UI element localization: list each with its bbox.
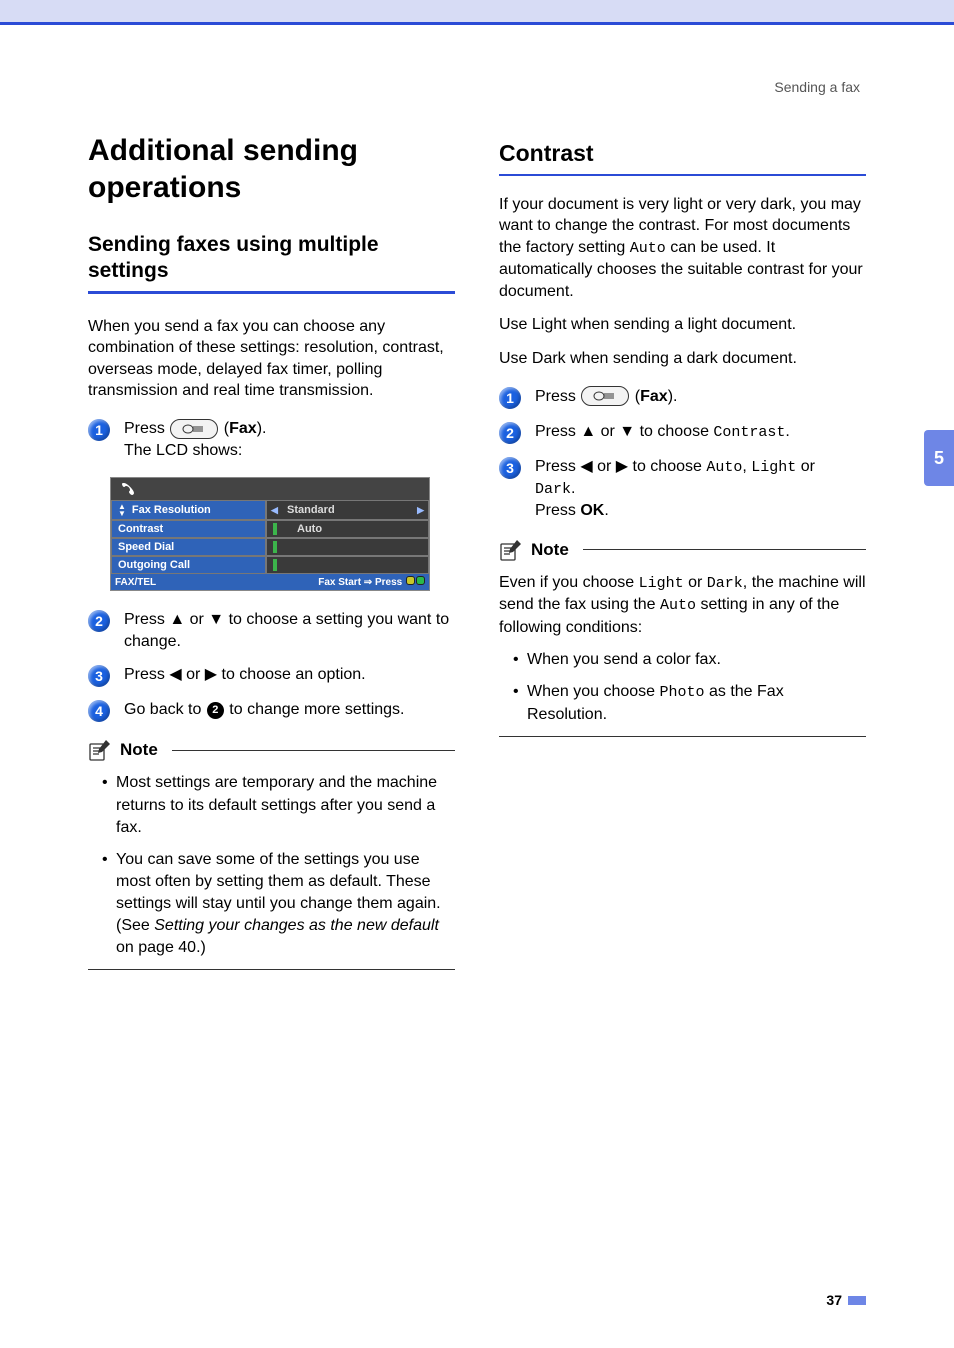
step-3: 3 Press ◀ or ▶ to choose an option. bbox=[88, 664, 455, 687]
note-end-line bbox=[499, 736, 866, 737]
note-label: Note bbox=[531, 540, 569, 560]
lcd-footer-left: FAX/TEL bbox=[115, 577, 156, 588]
lcd-cell-label: Speed Dial bbox=[111, 538, 266, 556]
note-intro: Even if you choose Light or Dark, the ma… bbox=[499, 572, 866, 639]
right-arrow-icon: ▶ bbox=[417, 505, 424, 516]
contrast-p2: Use Light when sending a light document. bbox=[499, 314, 866, 336]
note-label: Note bbox=[120, 740, 158, 760]
step-4: 4 Go back to 2 to change more settings. bbox=[88, 699, 455, 722]
note-block-right: Note Even if you choose Light or Dark, t… bbox=[499, 538, 866, 737]
contrast-p1: If your document is very light or very d… bbox=[499, 194, 866, 303]
greenbar-icon bbox=[273, 541, 277, 553]
lcd-row: ContrastAuto bbox=[111, 520, 429, 538]
note-icon bbox=[88, 738, 112, 762]
lcd-row: Outgoing Call bbox=[111, 556, 429, 574]
r-step-1: 1 Press (Fax). bbox=[499, 386, 866, 409]
page-title: Additional sending operations bbox=[88, 133, 455, 206]
breadcrumb: Sending a fax bbox=[88, 79, 860, 95]
page-number: 37 bbox=[826, 1292, 842, 1308]
step-bubble-1: 1 bbox=[88, 419, 110, 441]
right-column: Contrast If your document is very light … bbox=[499, 133, 866, 978]
greenbar-icon bbox=[273, 559, 277, 571]
note-item: When you choose Photo as the Fax Resolut… bbox=[513, 681, 866, 726]
top-accent-strip bbox=[0, 0, 954, 22]
section-heading-sending-multiple: Sending faxes using multiple settings bbox=[88, 232, 455, 285]
contrast-p3: Use Dark when sending a dark document. bbox=[499, 348, 866, 370]
heading-rule bbox=[499, 174, 866, 176]
step-1: 1 Press (Fax). The LCD shows: bbox=[88, 418, 455, 461]
r-step-3: 3 Press ◀ or ▶ to choose Auto, Light or … bbox=[499, 456, 866, 522]
lcd-row: Speed Dial bbox=[111, 538, 429, 556]
page-number-bar bbox=[848, 1296, 866, 1305]
lcd-footer: FAX/TEL Fax Start ⇒ Press bbox=[111, 574, 429, 590]
section-heading-contrast: Contrast bbox=[499, 139, 866, 168]
chapter-tab: 5 bbox=[924, 430, 954, 486]
step-bubble-1: 1 bbox=[499, 387, 521, 409]
note-icon bbox=[499, 538, 523, 562]
lcd-footer-right: Fax Start ⇒ Press bbox=[318, 576, 425, 588]
lcd-cell-value: ◀Standard▶ bbox=[266, 500, 429, 520]
chapter-number: 5 bbox=[934, 448, 944, 469]
lcd-cell-value bbox=[266, 538, 429, 556]
lcd-cell-label: Outgoing Call bbox=[111, 556, 266, 574]
note-item: You can save some of the settings you us… bbox=[102, 849, 455, 959]
fax-key-icon bbox=[581, 386, 629, 406]
greenbar-icon bbox=[273, 523, 277, 535]
step-bubble-4: 4 bbox=[88, 700, 110, 722]
lcd-cell-value: Auto bbox=[266, 520, 429, 538]
step-ref-2-icon: 2 bbox=[207, 702, 224, 719]
step-bubble-2: 2 bbox=[499, 422, 521, 444]
note-item: When you send a color fax. bbox=[513, 649, 866, 671]
lcd-cell-label: ▲▼Fax Resolution bbox=[111, 500, 266, 520]
phone-icon bbox=[121, 482, 135, 496]
left-column: Additional sending operations Sending fa… bbox=[88, 133, 455, 978]
updown-icon: ▲▼ bbox=[118, 503, 126, 517]
note-list-right: When you send a color fax. When you choos… bbox=[513, 649, 866, 726]
note-block-left: Note Most settings are temporary and the… bbox=[88, 738, 455, 970]
left-arrow-icon: ◀ bbox=[271, 505, 278, 516]
step-bubble-2: 2 bbox=[88, 610, 110, 632]
step-bubble-3: 3 bbox=[499, 457, 521, 479]
steps-list-right: 1 Press (Fax). 2 Press ▲ or ▼ to choose … bbox=[499, 386, 866, 522]
step-bubble-3: 3 bbox=[88, 665, 110, 687]
lcd-cell-label: Contrast bbox=[111, 520, 266, 538]
steps-list-left: 1 Press (Fax). The LCD shows: bbox=[88, 418, 455, 461]
start-dots-icon bbox=[405, 577, 425, 588]
note-line bbox=[172, 750, 455, 751]
lcd-cell-value bbox=[266, 556, 429, 574]
intro-paragraph: When you send a fax you can choose any c… bbox=[88, 316, 455, 402]
note-item: Most settings are temporary and the mach… bbox=[102, 772, 455, 838]
step-2: 2 Press ▲ or ▼ to choose a setting you w… bbox=[88, 609, 455, 652]
fax-key-icon bbox=[170, 419, 218, 439]
lcd-titlebar bbox=[111, 478, 429, 500]
lcd-mockup: ▲▼Fax Resolution◀Standard▶ContrastAutoSp… bbox=[110, 477, 430, 591]
r-step-2: 2 Press ▲ or ▼ to choose Contrast. bbox=[499, 421, 866, 444]
lcd-row: ▲▼Fax Resolution◀Standard▶ bbox=[111, 500, 429, 520]
steps-list-left-cont: 2 Press ▲ or ▼ to choose a setting you w… bbox=[88, 609, 455, 722]
note-line bbox=[583, 549, 866, 550]
note-end-line bbox=[88, 969, 455, 970]
note-list-left: Most settings are temporary and the mach… bbox=[102, 772, 455, 959]
heading-rule bbox=[88, 291, 455, 294]
page-footer: 37 bbox=[826, 1292, 866, 1308]
